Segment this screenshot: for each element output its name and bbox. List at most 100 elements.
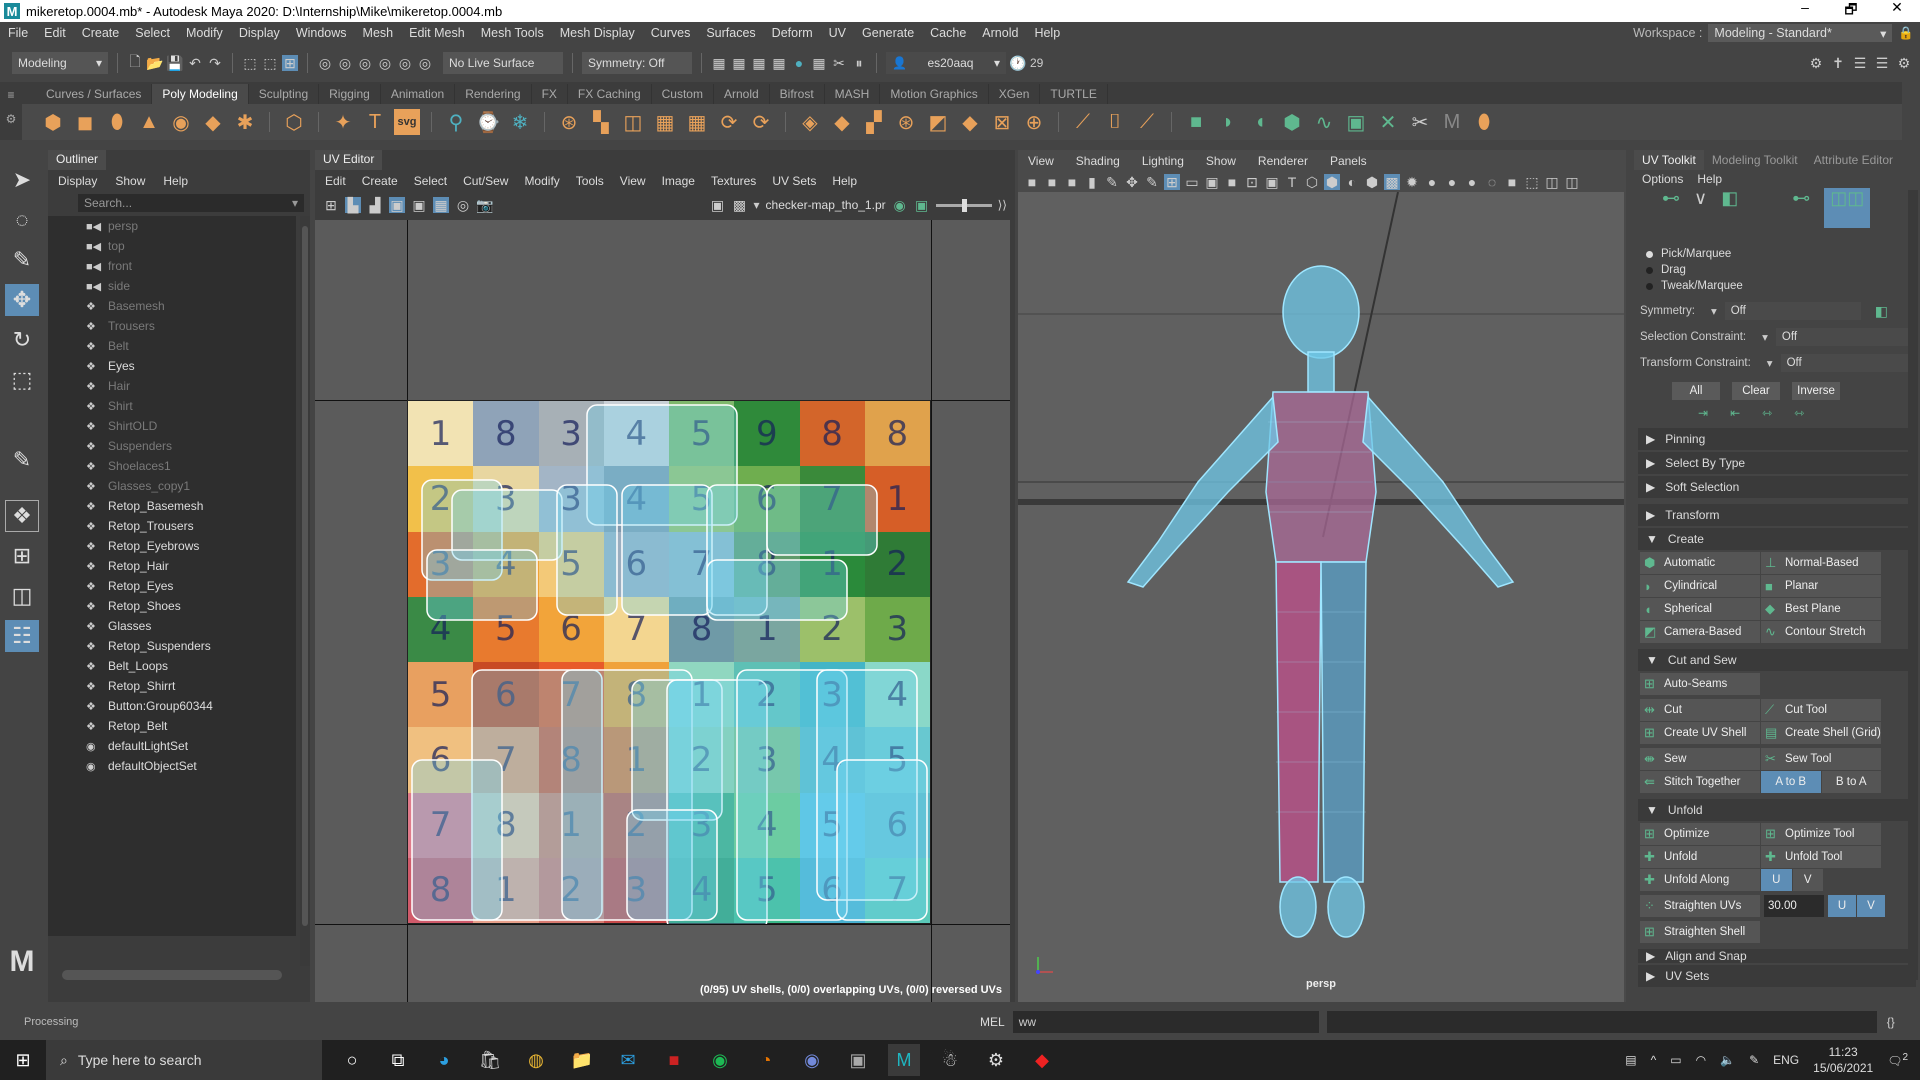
mudbox-icon[interactable]: M	[1439, 109, 1465, 135]
section-unfold[interactable]: ▼ Unfold	[1638, 799, 1916, 821]
anti-aliasing-icon[interactable]: ◌	[1484, 174, 1500, 190]
undo-icon[interactable]: ↶	[187, 55, 203, 71]
selection-constraint-field[interactable]: Off	[1775, 328, 1914, 346]
task-view-icon[interactable]: ⧉	[382, 1044, 414, 1076]
section-pinning[interactable]: ▶ Pinning	[1638, 428, 1916, 450]
menu-windows[interactable]: Windows	[288, 26, 355, 40]
snap-live-icon[interactable]: ◎	[397, 55, 413, 71]
chevron-down-icon[interactable]: ▾	[1762, 330, 1768, 344]
distortion-icon[interactable]: ▟	[367, 197, 383, 213]
uv-menu-cut-sew[interactable]: Cut/Sew	[463, 174, 508, 188]
render-frame-icon[interactable]: ▦	[731, 55, 747, 71]
tab-modeling-toolkit[interactable]: Modeling Toolkit	[1704, 150, 1806, 170]
unfold-tool-button[interactable]: ✚ Unfold Tool	[1761, 846, 1881, 868]
snap-point-icon[interactable]: ◎	[357, 55, 373, 71]
create-shell-grid-button[interactable]: ▤ Create Shell (Grid)	[1761, 722, 1881, 744]
extrude-icon[interactable]: ◈	[797, 109, 823, 135]
target-weld-icon[interactable]: ⟋	[1070, 109, 1096, 135]
tab-uv-toolkit[interactable]: UV Toolkit	[1634, 150, 1704, 170]
shadows-icon[interactable]: ●	[1424, 174, 1440, 190]
grid-toggle-icon[interactable]: ⊞	[1164, 174, 1180, 190]
quad-draw-icon[interactable]: ⟋	[1134, 109, 1160, 135]
insert-loop-icon[interactable]: ⊠	[989, 109, 1015, 135]
channel-box-icon[interactable]: ☰	[1852, 55, 1868, 71]
shelf-tab-rigging[interactable]: Rigging	[319, 84, 381, 104]
safe-action-icon[interactable]: ▣	[1264, 174, 1280, 190]
chevron-down-icon[interactable]: ▾	[1767, 356, 1773, 370]
user-account-dropdown[interactable]: 👤 es20aaq ▾	[886, 52, 1006, 74]
section-create[interactable]: ▼ Create	[1638, 528, 1916, 550]
battery-icon[interactable]: ▭	[1670, 1053, 1681, 1067]
menu-generate[interactable]: Generate	[854, 26, 922, 40]
select-object-icon[interactable]: ⬚	[262, 55, 278, 71]
wireframe-on-shaded-icon[interactable]: ⬢	[1364, 174, 1380, 190]
depth-of-field-icon[interactable]: ■	[1504, 174, 1520, 190]
uv-shell[interactable]	[836, 759, 928, 921]
symmetry-dropdown[interactable]: Symmetry: Off	[582, 52, 692, 74]
outliner-item[interactable]: ❖ Retop_Basemesh	[48, 496, 296, 516]
grid-icon[interactable]: ⊞	[323, 197, 339, 213]
menu-edit[interactable]: Edit	[36, 26, 74, 40]
single-perspective-view-icon[interactable]: ❖	[5, 500, 39, 532]
section-uv-sets[interactable]: ▶ UV Sets	[1638, 965, 1916, 987]
menu-edit-mesh[interactable]: Edit Mesh	[401, 26, 473, 40]
menu-curves[interactable]: Curves	[643, 26, 699, 40]
unfold-button[interactable]: ✚ Unfold	[1640, 846, 1760, 868]
exposure-slider[interactable]	[935, 198, 992, 212]
uv-shell[interactable]	[706, 559, 848, 621]
poly-torus-icon[interactable]: ◉	[168, 109, 194, 135]
unfold-u-button[interactable]: U	[1761, 869, 1792, 891]
uv-menu-view[interactable]: View	[620, 174, 646, 188]
outliner-item[interactable]: ■◀ top	[48, 236, 296, 256]
3d-viewport[interactable]: persp	[1018, 192, 1624, 1002]
select-border-icon[interactable]: ⇿	[1762, 406, 1772, 420]
cut-button[interactable]: ⇹ Cut	[1640, 699, 1760, 721]
remesh-icon[interactable]: ⟳	[716, 109, 742, 135]
script-language-toggle[interactable]: MEL	[980, 1015, 1005, 1029]
outliner-item[interactable]: ❖ Retop_Suspenders	[48, 636, 296, 656]
best-plane-button[interactable]: ◆ Best Plane	[1761, 598, 1881, 620]
viewport-menu-panels[interactable]: Panels	[1330, 154, 1367, 168]
outliner-item[interactable]: ❖ Belt_Loops	[48, 656, 296, 676]
outliner-item[interactable]: ❖ Glasses	[48, 616, 296, 636]
retopologize-icon[interactable]: ⟳	[748, 109, 774, 135]
auto-seams-button[interactable]: ⊞ Auto-Seams	[1640, 673, 1760, 695]
scale-tool-icon[interactable]: ⬚	[5, 364, 39, 396]
menu-select[interactable]: Select	[127, 26, 178, 40]
center-pivot-icon[interactable]: ⚲	[443, 109, 469, 135]
outliner-item[interactable]: ❖ Retop_Belt	[48, 716, 296, 736]
outliner-item[interactable]: ❖ Basemesh	[48, 296, 296, 316]
straighten-uvs-button[interactable]: ⁘ Straighten UVs	[1640, 895, 1760, 917]
xray-joints-icon[interactable]: ◫	[1564, 174, 1580, 190]
stitch-together-button[interactable]: ⇚ Stitch Together	[1640, 771, 1760, 793]
planar-mapping-icon[interactable]: ■	[1183, 109, 1209, 135]
smooth-shade-icon[interactable]: ⬢	[1324, 174, 1340, 190]
viewport-menu-view[interactable]: View	[1028, 154, 1054, 168]
show-manipulator-icon[interactable]: ✎	[5, 444, 39, 476]
snap-grid-icon[interactable]: ◎	[317, 55, 333, 71]
camera-attributes-icon[interactable]: ■	[1064, 174, 1080, 190]
shrink-selection-icon[interactable]: ⇤	[1730, 406, 1740, 420]
gate-mask-icon[interactable]: ■	[1224, 174, 1240, 190]
outliner-search-input[interactable]: Search... ▾	[78, 194, 304, 212]
optimize-button[interactable]: ⊞ Optimize	[1640, 823, 1760, 845]
select-hierarchy-icon[interactable]: ⬚	[242, 55, 258, 71]
taskbar-search-input[interactable]: ⌕ Type here to search	[46, 1040, 322, 1080]
radio-pick-marquee[interactable]: Pick/Marquee	[1634, 246, 1920, 262]
tool-settings-icon[interactable]: ⚙	[1896, 55, 1912, 71]
uv-menu-select[interactable]: Select	[414, 174, 447, 188]
outliner-menu-show[interactable]: Show	[115, 174, 145, 188]
shelf-tab-sculpting[interactable]: Sculpting	[249, 84, 320, 104]
snap-projected-icon[interactable]: ◎	[417, 55, 433, 71]
shelf-tab-fx-caching[interactable]: FX Caching	[568, 84, 652, 104]
shelf-tab-animation[interactable]: Animation	[381, 84, 456, 104]
modeling-toolkit-icon[interactable]: ⚙	[1808, 55, 1824, 71]
file-explorer-icon[interactable]: 📁	[566, 1044, 598, 1076]
redo-icon[interactable]: ↷	[207, 55, 223, 71]
sew-button[interactable]: ⇼ Sew	[1640, 748, 1760, 770]
shelf-tab-bifrost[interactable]: Bifrost	[770, 84, 825, 104]
alpha-channel-icon[interactable]: ▣	[914, 197, 930, 213]
clock[interactable]: 11:23 15/06/2021	[1813, 1044, 1873, 1076]
outliner-item[interactable]: ❖ Retop_Eyebrows	[48, 536, 296, 556]
poly-plane-icon[interactable]: ◆	[200, 109, 226, 135]
